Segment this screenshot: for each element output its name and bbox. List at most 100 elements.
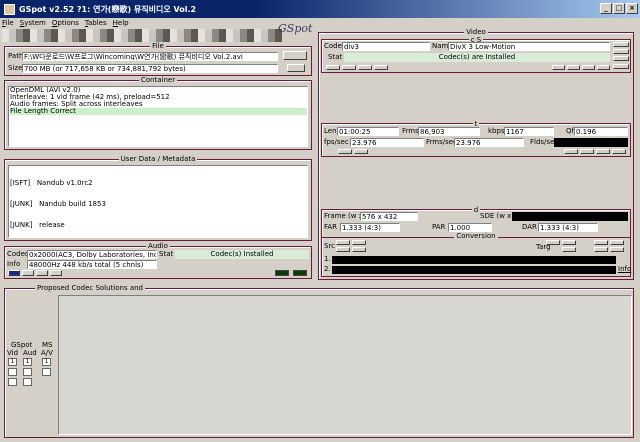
audio-green-btn-2[interactable] — [293, 270, 307, 276]
src-btn-1[interactable] — [336, 240, 350, 245]
aud-box-3[interactable] — [23, 378, 32, 386]
targ-btn-5[interactable] — [562, 247, 576, 252]
av-label: A/V — [41, 349, 53, 357]
timing-btn-4[interactable] — [580, 149, 594, 154]
far-label: FAR — [324, 223, 338, 231]
video-side-btn-3[interactable] — [613, 56, 629, 61]
menu-help[interactable]: Help — [113, 18, 129, 29]
video-side-btn-1[interactable] — [613, 42, 629, 47]
audio-btn-2[interactable] — [22, 270, 34, 276]
info-link[interactable]: Info — [618, 265, 631, 274]
conv-row1-label: 1. — [324, 255, 331, 263]
flds-field — [554, 138, 628, 147]
window-title: GSpot v2.52 ?1: 연가(戀歌) 뮤직비디오 Vol.2 — [19, 4, 197, 14]
video-small-btn-2[interactable] — [342, 65, 356, 70]
sde-field — [512, 212, 628, 221]
video-small-btn-1[interactable] — [326, 65, 340, 70]
container-line: File Length Correct — [10, 108, 307, 115]
menu-system[interactable]: System — [20, 18, 46, 29]
menu-options[interactable]: Options — [52, 18, 79, 29]
frms-field: 86,903 — [418, 127, 480, 136]
ms-box-2[interactable] — [42, 368, 51, 376]
menu-tables[interactable]: Tables — [85, 18, 107, 29]
frame-field: 576 x 432 — [360, 212, 418, 221]
userdata-info-box: [ISFT] Nandub v1.0rc2 [JUNK] Nandub buil… — [8, 165, 308, 238]
par-field: 1.000 — [448, 223, 492, 232]
maximize-button[interactable]: □ — [613, 3, 625, 14]
video-small-btn-3[interactable] — [358, 65, 372, 70]
proposed-group: Proposed Codec Solutions and GSpot Vid A… — [4, 284, 634, 438]
timing-subgroup: t Len 01:00:25 Frms 86,903 kbps 1167 Qf … — [321, 120, 631, 157]
aud-box-2[interactable] — [23, 368, 32, 376]
dims-subgroup-label: d — [471, 206, 481, 214]
len-field: 01:00:25 — [337, 127, 399, 136]
conv-row2-field — [332, 266, 616, 274]
video-group: Video c S Codec div3 Name DivX 3 Low-Mot… — [318, 28, 634, 280]
conversion-label: Conversion — [454, 232, 498, 240]
timing-btn-6[interactable] — [612, 149, 626, 154]
vid-label: Vid — [7, 349, 19, 357]
container-group-label: Container — [138, 76, 178, 84]
qf-label: Qf — [566, 127, 574, 135]
close-button[interactable]: × — [626, 3, 638, 14]
gradient-banner — [2, 29, 282, 42]
dar-field: 1.333 (4:3) — [538, 223, 598, 232]
src-btn-4[interactable] — [352, 247, 366, 252]
frms-label: Frms — [402, 127, 419, 135]
proposed-solutions-area — [58, 295, 632, 435]
video-side-btn-4[interactable] — [613, 64, 629, 69]
audio-green-btn-1[interactable] — [275, 270, 289, 276]
ms-box-1[interactable]: 1 — [42, 358, 51, 366]
vid-box-1[interactable]: 1 — [8, 358, 17, 366]
audio-stat-label: Stat — [159, 250, 174, 258]
browse-button[interactable] — [283, 51, 307, 60]
video-stat-field: Codec(s) are Installed — [344, 53, 610, 62]
video-small-btn-6[interactable] — [567, 65, 580, 70]
targ-btn-7[interactable] — [610, 247, 624, 252]
audio-btn-3[interactable] — [36, 270, 48, 276]
userdata-line: [JUNK] Nandub build 1853 — [10, 200, 106, 208]
vid-box-2[interactable] — [8, 368, 17, 376]
dar-label: DAR — [522, 223, 537, 231]
audio-group: Audio Codec 0x2000(AC3, Dolby Laboratori… — [4, 242, 312, 279]
video-small-btn-4[interactable] — [374, 65, 388, 70]
timing-btn-2[interactable] — [354, 149, 368, 154]
dims-subgroup: d Frame (w x h) 576 x 432 SDE (w x h) FA… — [321, 206, 631, 277]
par-label: PAR — [432, 223, 446, 231]
timing-btn-1[interactable] — [338, 149, 352, 154]
container-group: Container OpenDML (AVI v2.0) Interleave:… — [4, 76, 312, 150]
video-side-btn-2[interactable] — [613, 49, 629, 54]
len-label: Len — [324, 127, 337, 135]
userdata-line: [ISFT] Nandub v1.0rc2 — [10, 179, 93, 187]
aud-box-1[interactable]: 1 — [23, 358, 32, 366]
audio-btn-1[interactable] — [8, 270, 20, 276]
video-small-btn-5[interactable] — [552, 65, 565, 70]
audio-info-label: Info — [7, 260, 21, 268]
file-action-button[interactable] — [287, 64, 305, 72]
targ-btn-2[interactable] — [562, 240, 576, 245]
video-small-btn-8[interactable] — [597, 65, 610, 70]
file-group: File Path F:\W다운로드\W프로그\Wincoming\W연가(戀歌… — [4, 42, 312, 76]
menu-file[interactable]: File — [2, 18, 14, 29]
fps-label: fps/sec — [324, 138, 349, 146]
path-field[interactable]: F:\W다운로드\W프로그\Wincoming\W연가(戀歌) 뮤직비디오 Vo… — [22, 52, 278, 61]
proposed-group-label: Proposed Codec Solutions and — [35, 284, 146, 293]
targ-btn-4[interactable] — [610, 240, 624, 245]
timing-btn-5[interactable] — [596, 149, 610, 154]
aud-label: Aud — [23, 349, 37, 357]
size-field: 700 MB (or 717,658 KB or 734,881,792 byt… — [22, 64, 278, 73]
targ-btn-3[interactable] — [594, 240, 608, 245]
src-btn-2[interactable] — [352, 240, 366, 245]
minimize-button[interactable]: _ — [600, 3, 612, 14]
audio-btn-4[interactable] — [50, 270, 62, 276]
targ-btn-1[interactable] — [546, 240, 560, 245]
src-btn-3[interactable] — [336, 247, 350, 252]
timing-btn-3[interactable] — [564, 149, 578, 154]
src-label: Src — [324, 242, 336, 250]
title-bar: GSpot v2.52 ?1: 연가(戀歌) 뮤직비디오 Vol.2 _ □ × — [0, 0, 640, 18]
video-small-btn-7[interactable] — [582, 65, 595, 70]
vid-box-3[interactable] — [8, 378, 17, 386]
far-field: 1.333 (4:3) — [340, 223, 400, 232]
frmspsec-field: 23.976 — [454, 138, 524, 147]
targ-btn-6[interactable] — [594, 247, 608, 252]
